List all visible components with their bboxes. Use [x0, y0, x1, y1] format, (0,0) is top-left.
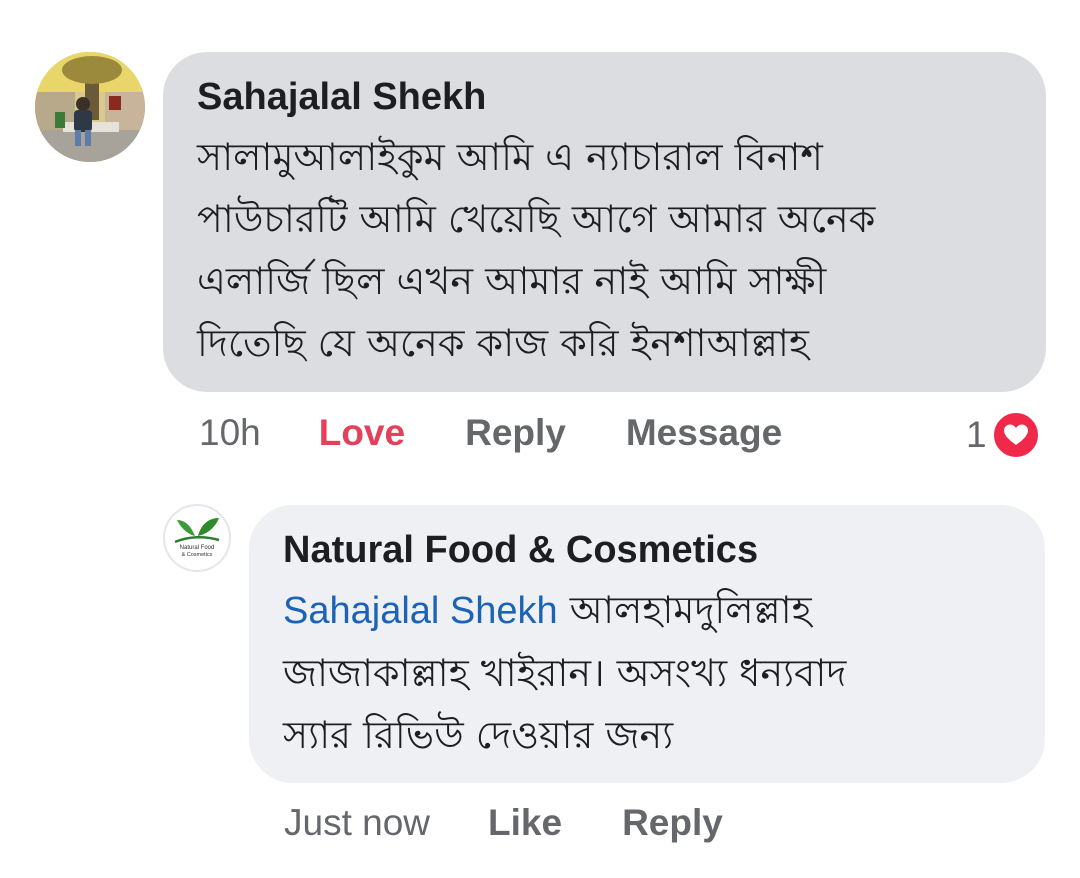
logo-text: Natural Food [180, 545, 215, 551]
comment-author[interactable]: Sahajalal Shekh [197, 74, 1012, 120]
mention-link[interactable]: Sahajalal Shekh [283, 590, 558, 632]
comment-actions: 10h Love Reply Message [199, 412, 842, 454]
reply-bubble[interactable]: Natural Food & Cosmetics Sahajalal Shekh… [249, 505, 1045, 783]
page-logo: Natural Food & Cosmetics [174, 518, 220, 558]
reply-line: Sahajalal Shekh আলহামদুলিল্লাহ [283, 579, 1011, 642]
comment-thread: Sahajalal Shekh সালামুআলাইকুম আমি এ ন্যা… [0, 0, 1080, 878]
love-button[interactable]: Love [319, 412, 405, 454]
reaction-summary[interactable]: 1 [966, 410, 1041, 460]
reaction-count: 1 [966, 414, 987, 455]
comment-bubble[interactable]: Sahajalal Shekh সালামুআলাইকুম আমি এ ন্যা… [163, 52, 1046, 392]
reply-text: Sahajalal Shekh আলহামদুলিল্লাহ জাজাকাল্ল… [283, 579, 1011, 766]
like-button[interactable]: Like [488, 802, 562, 844]
comment-line: দিতেছি যে অনেক কাজ করি ইনশাআল্লাহ [197, 321, 809, 365]
reply-button[interactable]: Reply [465, 412, 566, 454]
profile-photo [35, 52, 145, 162]
logo-text: & Cosmetics [182, 552, 213, 558]
page-avatar[interactable]: Natural Food & Cosmetics [163, 504, 231, 572]
comment-timestamp[interactable]: 10h [199, 412, 261, 454]
message-button[interactable]: Message [626, 412, 782, 454]
comment-line: সালামুআলাইকুম আমি এ ন্যাচারাল বিনাশ [197, 135, 823, 179]
comment-line: পাউচারটি আমি খেয়েছি আগে আমার অনেক [197, 197, 876, 241]
reply-line: জাজাকাল্লাহ খাইরান। অসংখ্য ধন্যবাদ [283, 651, 847, 695]
heart-icon [990, 410, 1041, 460]
comment-line: এলার্জি ছিল এখন আমার নাই আমি সাক্ষী [197, 259, 827, 303]
reply-actions: Just now Like Reply [284, 802, 783, 844]
reply-timestamp[interactable]: Just now [284, 802, 430, 844]
reply-button[interactable]: Reply [622, 802, 723, 844]
avatar[interactable] [35, 52, 145, 162]
reply-line-text: আলহামদুলিল্লাহ [557, 588, 812, 632]
comment-text: সালামুআলাইকুম আমি এ ন্যাচারাল বিনাশ পাউচ… [197, 126, 1012, 374]
reply-line: স্যার রিভিউ দেওয়ার জন্য [283, 713, 674, 757]
reply-author[interactable]: Natural Food & Cosmetics [283, 527, 1011, 573]
